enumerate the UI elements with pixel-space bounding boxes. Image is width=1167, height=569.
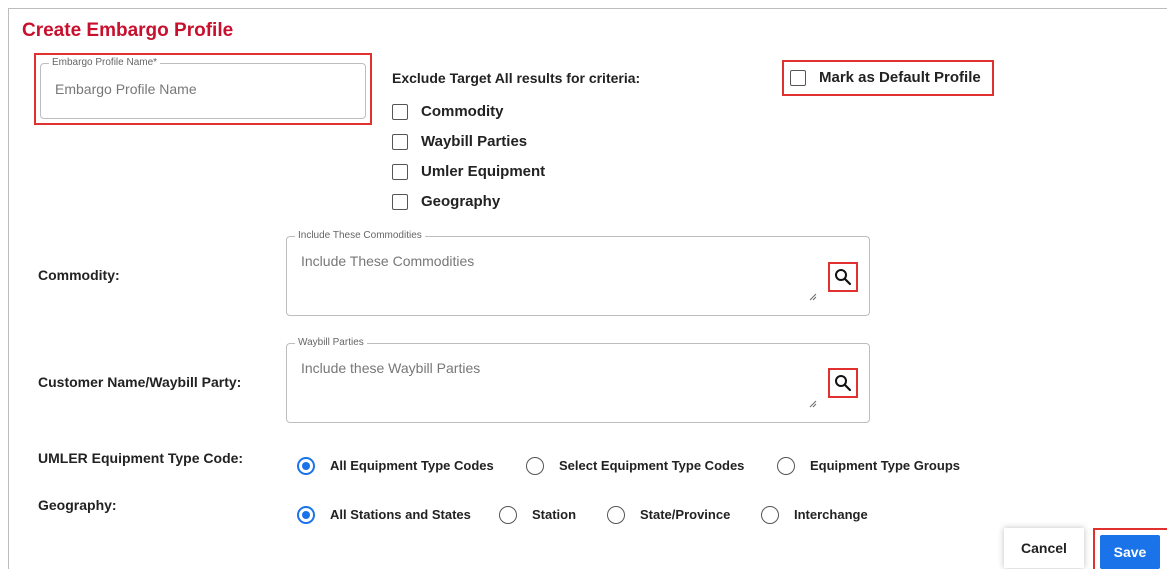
commodity-resize-icon[interactable] <box>809 293 817 301</box>
exclude-commodity-checkbox[interactable] <box>392 104 408 120</box>
umler-radio-groups-label: Equipment Type Groups <box>810 458 960 473</box>
search-icon <box>835 375 852 392</box>
geography-radio-all[interactable] <box>297 506 315 524</box>
commodity-textarea[interactable]: Include These Commodities Include These … <box>286 230 870 316</box>
geography-radio-interchange[interactable] <box>761 506 779 524</box>
cancel-button[interactable]: Cancel <box>1004 528 1084 568</box>
geography-label: Geography: <box>38 497 117 513</box>
exclude-geography-checkbox[interactable] <box>392 194 408 210</box>
exclude-commodity-label: Commodity <box>421 103 504 120</box>
commodity-placeholder: Include These Commodities <box>301 253 475 269</box>
commodity-label: Commodity: <box>38 267 120 283</box>
geography-radio-station[interactable] <box>499 506 517 524</box>
default-profile-checkbox[interactable] <box>790 70 806 86</box>
umler-radio-groups[interactable] <box>777 457 795 475</box>
waybill-legend: Waybill Parties <box>295 337 367 349</box>
commodity-legend: Include These Commodities <box>295 230 425 242</box>
umler-label: UMLER Equipment Type Code: <box>38 450 244 466</box>
exclude-umler-label: Umler Equipment <box>421 163 546 180</box>
waybill-resize-icon[interactable] <box>809 400 817 408</box>
profile-name-legend: Embargo Profile Name* <box>49 57 161 69</box>
save-button[interactable]: Save <box>1100 535 1160 569</box>
waybill-search-button[interactable] <box>828 368 858 398</box>
waybill-placeholder: Include these Waybill Parties <box>301 360 481 376</box>
exclude-umler-checkbox[interactable] <box>392 164 408 180</box>
geography-radio-interchange-label: Interchange <box>794 507 868 522</box>
commodity-search-button[interactable] <box>828 262 858 292</box>
profile-name-placeholder: Embargo Profile Name <box>55 81 197 97</box>
waybill-label: Customer Name/Waybill Party: <box>38 374 242 390</box>
search-icon <box>835 269 852 286</box>
profile-name-field[interactable]: Embargo Profile Name* Embargo Profile Na… <box>40 57 366 119</box>
page-title: Create Embargo Profile <box>22 20 234 41</box>
exclude-geography-label: Geography <box>421 193 501 210</box>
exclude-waybill-label: Waybill Parties <box>421 133 528 150</box>
default-profile-label: Mark as Default Profile <box>819 69 981 86</box>
waybill-textarea[interactable]: Waybill Parties Include these Waybill Pa… <box>286 337 870 423</box>
geography-radio-station-label: Station <box>532 507 577 522</box>
exclude-waybill-checkbox[interactable] <box>392 134 408 150</box>
geography-radio-all-label: All Stations and States <box>330 507 471 522</box>
umler-radio-select[interactable] <box>526 457 544 475</box>
geography-radio-state-label: State/Province <box>640 507 731 522</box>
geography-radio-state[interactable] <box>607 506 625 524</box>
umler-radio-all-label: All Equipment Type Codes <box>330 458 494 473</box>
umler-radio-select-label: Select Equipment Type Codes <box>559 458 745 473</box>
exclude-heading: Exclude Target All results for criteria: <box>392 70 641 86</box>
umler-radio-all[interactable] <box>297 457 315 475</box>
